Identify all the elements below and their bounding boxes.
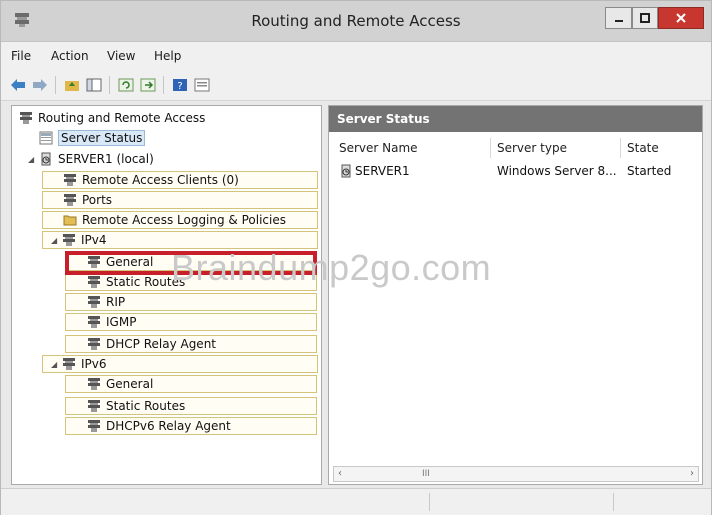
tree-server1-label: SERVER1 (local) [58,152,154,166]
tree-ipv6-dhcpv6-relay[interactable]: DHCPv6 Relay Agent [87,417,231,435]
close-button[interactable] [658,7,704,29]
folder-up-icon [65,81,79,91]
menu-view[interactable]: View [107,49,135,63]
scroll-thumb-grip[interactable]: III [422,467,430,481]
details-header: Server Status [329,106,702,132]
menu-bar: File Action View Help [1,42,711,70]
tree-item-label: Static Routes [106,399,186,413]
tree-ipv6-static-routes[interactable]: Static Routes [87,397,185,415]
tree-item-label: General [106,377,154,391]
status-divider [429,493,430,511]
properties-icon [194,78,210,92]
tree-remote-access-clients[interactable]: Remote Access Clients (0) [63,171,239,189]
routing-icon [63,234,75,246]
status-bar [1,488,711,515]
menu-file[interactable]: File [11,49,31,63]
menu-help[interactable]: Help [154,49,181,63]
export-list-button[interactable] [139,76,157,94]
routing-icon [88,316,100,328]
properties-button[interactable] [193,76,211,94]
horizontal-scrollbar[interactable]: ‹ III › [333,466,699,482]
tree-ports-label: Ports [82,193,113,207]
up-folder-button[interactable] [63,76,81,94]
tree-server-status-label: Server Status [58,130,146,146]
toolbar-separator [163,76,164,94]
routing-icon [88,420,100,432]
tree-server1[interactable]: ◢ SERVER1 (local) [28,150,154,168]
scroll-left-icon[interactable]: ‹ [338,467,342,481]
svg-text:?: ? [177,81,182,92]
cell-state: Started [627,164,672,178]
maximize-button[interactable] [632,7,658,29]
collapse-triangle-icon[interactable]: ◢ [51,236,60,245]
routing-icon [63,358,75,370]
close-icon [676,13,686,23]
toolbar-separator [109,76,110,94]
menu-action[interactable]: Action [51,49,89,63]
folder-icon [63,215,77,226]
minimize-button[interactable] [605,7,632,29]
status-divider [613,493,614,511]
tree-item-label: IGMP [106,315,137,329]
server-icon [41,152,51,166]
tree-item-label: DHCP Relay Agent [106,337,216,351]
title-bar[interactable]: Routing and Remote Access [1,1,711,42]
details-pane: Server Status Server Name Server type St… [328,105,703,485]
tree-logging-policies-label: Remote Access Logging & Policies [82,213,286,227]
tree-ipv6-label: IPv6 [81,357,107,371]
tree-item-label: DHCPv6 Relay Agent [106,419,231,433]
tree-root-label: Routing and Remote Access [38,111,206,125]
help-icon: ? [173,79,187,92]
table-row[interactable]: SERVER1 [339,162,410,180]
column-header-server-type[interactable]: Server type [493,138,621,158]
column-header-server-name[interactable]: Server Name [335,138,491,158]
tree-ipv4-label: IPv4 [81,233,107,247]
show-hide-tree-button[interactable] [85,76,103,94]
refresh-icon [118,78,134,92]
tree-server-status[interactable]: Server Status [39,129,146,147]
toolbar-separator [55,76,56,94]
tree-item-label: RIP [106,295,126,309]
tree-ipv4-igmp[interactable]: IGMP [87,313,136,331]
back-button[interactable] [9,76,27,94]
collapse-triangle-icon[interactable]: ◢ [51,360,60,369]
tree-root[interactable]: Routing and Remote Access [19,109,205,127]
cell-server-name: SERVER1 [355,164,410,178]
server-status-icon [39,131,53,145]
main-window: Routing and Remote Access File Action Vi… [0,0,712,515]
help-button[interactable]: ? [171,76,189,94]
maximize-icon [640,13,650,23]
minimize-icon [614,20,623,22]
routing-icon [88,378,100,390]
routing-icon [88,296,100,308]
routing-icon [64,194,76,206]
routing-icon [88,276,100,288]
tree-ipv6[interactable]: ◢ IPv6 [51,355,107,373]
forward-button[interactable] [31,76,49,94]
routing-icon [64,174,76,186]
collapse-triangle-icon[interactable]: ◢ [28,155,37,164]
column-header-state[interactable]: State [623,138,699,158]
refresh-button[interactable] [117,76,135,94]
scroll-right-icon[interactable]: › [690,467,694,481]
tree-ipv4[interactable]: ◢ IPv4 [51,231,107,249]
tree-logging-policies[interactable]: Remote Access Logging & Policies [63,211,286,229]
routing-icon [20,112,32,124]
tree-ipv4-rip[interactable]: RIP [87,293,125,311]
watermark: Braindump2go.com [171,247,492,288]
server-icon [341,164,351,178]
console-tree-icon [86,78,102,92]
tree-ipv6-general[interactable]: General [87,375,153,393]
tree-ports[interactable]: Ports [63,191,112,209]
arrow-left-icon [11,79,25,91]
export-icon [140,78,156,92]
routing-icon [88,338,100,350]
toolbar: ? [1,70,711,101]
tree-ipv4-dhcp-relay[interactable]: DHCP Relay Agent [87,335,216,353]
arrow-right-icon [33,79,47,91]
routing-icon [88,400,100,412]
tree-remote-access-clients-label: Remote Access Clients (0) [82,173,239,187]
cell-server-type: Windows Server 8... [497,164,617,178]
